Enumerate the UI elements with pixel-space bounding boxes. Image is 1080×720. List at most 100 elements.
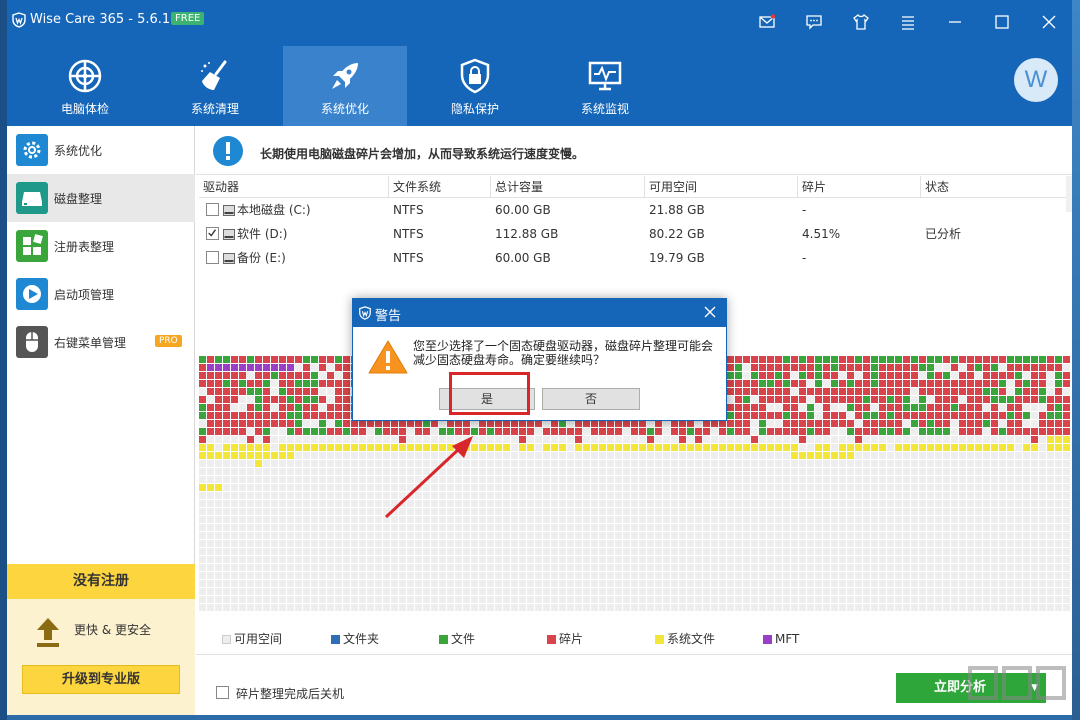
cluster-cell [327,412,334,419]
cluster-cell [823,540,830,547]
minimize-icon[interactable] [931,0,978,44]
cluster-cell [999,572,1006,579]
cluster-cell [535,596,542,603]
table-row[interactable]: 本地磁盘 (C:) NTFS 60.00 GB 21.88 GB - [199,198,1072,222]
cluster-cell [1031,356,1038,363]
cluster-cell [839,500,846,507]
cluster-cell [455,564,462,571]
tab-checkup[interactable]: 电脑体检 [23,46,147,126]
mail-icon[interactable] [743,0,790,44]
cluster-cell [215,468,222,475]
cluster-cell [1039,596,1046,603]
cluster-cell [223,596,230,603]
cluster-cell [327,404,334,411]
cluster-cell [207,436,214,443]
cluster-cell [567,508,574,515]
cluster-cell [991,556,998,563]
cluster-cell [671,580,678,587]
tab-label: 系统监视 [580,102,629,116]
cluster-cell [823,452,830,459]
sidebar-item-registry[interactable]: 注册表整理 [7,222,195,270]
cluster-cell [759,420,766,427]
cluster-cell [999,460,1006,467]
column-header-total[interactable]: 总计容量 [491,176,645,198]
cluster-cell [1023,460,1030,467]
cluster-cell [967,396,974,403]
cluster-cell [799,532,806,539]
cluster-cell [1007,436,1014,443]
cluster-cell [527,524,534,531]
cluster-cell [711,588,718,595]
cluster-cell [647,452,654,459]
cluster-cell [1023,580,1030,587]
cluster-cell [927,428,934,435]
cluster-cell [343,476,350,483]
cluster-cell [415,572,422,579]
cluster-cell [503,580,510,587]
cluster-cell [495,604,502,611]
cluster-cell [823,412,830,419]
cluster-cell [279,364,286,371]
cluster-cell [471,540,478,547]
drive-total: 60.00 GB [495,203,551,217]
cluster-cell [831,444,838,451]
cluster-cell [903,516,910,523]
menu-icon[interactable] [884,0,931,44]
sidebar-item-startup[interactable]: 启动项管理 [7,270,195,318]
cluster-cell [783,452,790,459]
drive-checkbox[interactable] [206,251,219,264]
tab-cleanup[interactable]: 系统清理 [153,46,277,126]
skin-icon[interactable] [837,0,884,44]
cluster-cell [367,580,374,587]
table-row[interactable]: 备份 (E:) NTFS 60.00 GB 19.79 GB - [199,246,1072,270]
maximize-icon[interactable] [978,0,1025,44]
upgrade-button[interactable]: 升级到专业版 [22,665,180,694]
cluster-cell [847,516,854,523]
sidebar-item-context-menu[interactable]: 右键菜单管理 PRO [7,318,195,366]
feedback-icon[interactable] [790,0,837,44]
cluster-cell [1015,572,1022,579]
cluster-cell [647,476,654,483]
table-scrollbar[interactable] [1066,176,1072,212]
sidebar-item-disk-defrag[interactable]: 磁盘整理 [7,174,195,222]
shutdown-checkbox[interactable] [216,686,229,699]
cluster-cell [527,556,534,563]
cluster-cell [1039,412,1046,419]
column-header-status[interactable]: 状态 [921,176,1072,198]
sidebar-item-system-optimize[interactable]: 系统优化 [7,126,195,174]
column-header-drive[interactable]: 驱动器 [199,176,389,198]
cluster-cell [919,596,926,603]
user-avatar[interactable]: W [1014,58,1058,102]
cluster-cell [431,524,438,531]
cluster-cell [671,588,678,595]
dialog-close-icon[interactable] [703,305,717,319]
cluster-cell [687,596,694,603]
cluster-cell [639,492,646,499]
cluster-cell [559,492,566,499]
cluster-cell [783,444,790,451]
cluster-cell [447,596,454,603]
cluster-cell [983,388,990,395]
drive-total: 60.00 GB [495,251,551,265]
tab-monitor[interactable]: 系统监视 [543,46,667,126]
no-button[interactable]: 否 [542,388,640,410]
cluster-cell [791,404,798,411]
tab-privacy[interactable]: 隐私保护 [413,46,537,126]
cluster-cell [799,372,806,379]
table-row[interactable]: 软件 (D:) NTFS 112.88 GB 80.22 GB 4.51% 已分… [199,222,1072,246]
close-icon[interactable] [1025,0,1072,44]
tab-optimize[interactable]: 系统优化 [283,46,407,126]
cluster-cell [343,492,350,499]
cluster-cell [783,540,790,547]
drive-checkbox-checked[interactable] [206,227,219,240]
cluster-cell [903,484,910,491]
drive-checkbox[interactable] [206,203,219,216]
column-header-fragment[interactable]: 碎片 [798,176,921,198]
cluster-cell [943,412,950,419]
column-header-free[interactable]: 可用空间 [645,176,798,198]
column-header-filesystem[interactable]: 文件系统 [389,176,491,198]
cluster-cell [879,604,886,611]
cluster-cell [767,444,774,451]
cluster-cell [847,492,854,499]
cluster-cell [831,380,838,387]
